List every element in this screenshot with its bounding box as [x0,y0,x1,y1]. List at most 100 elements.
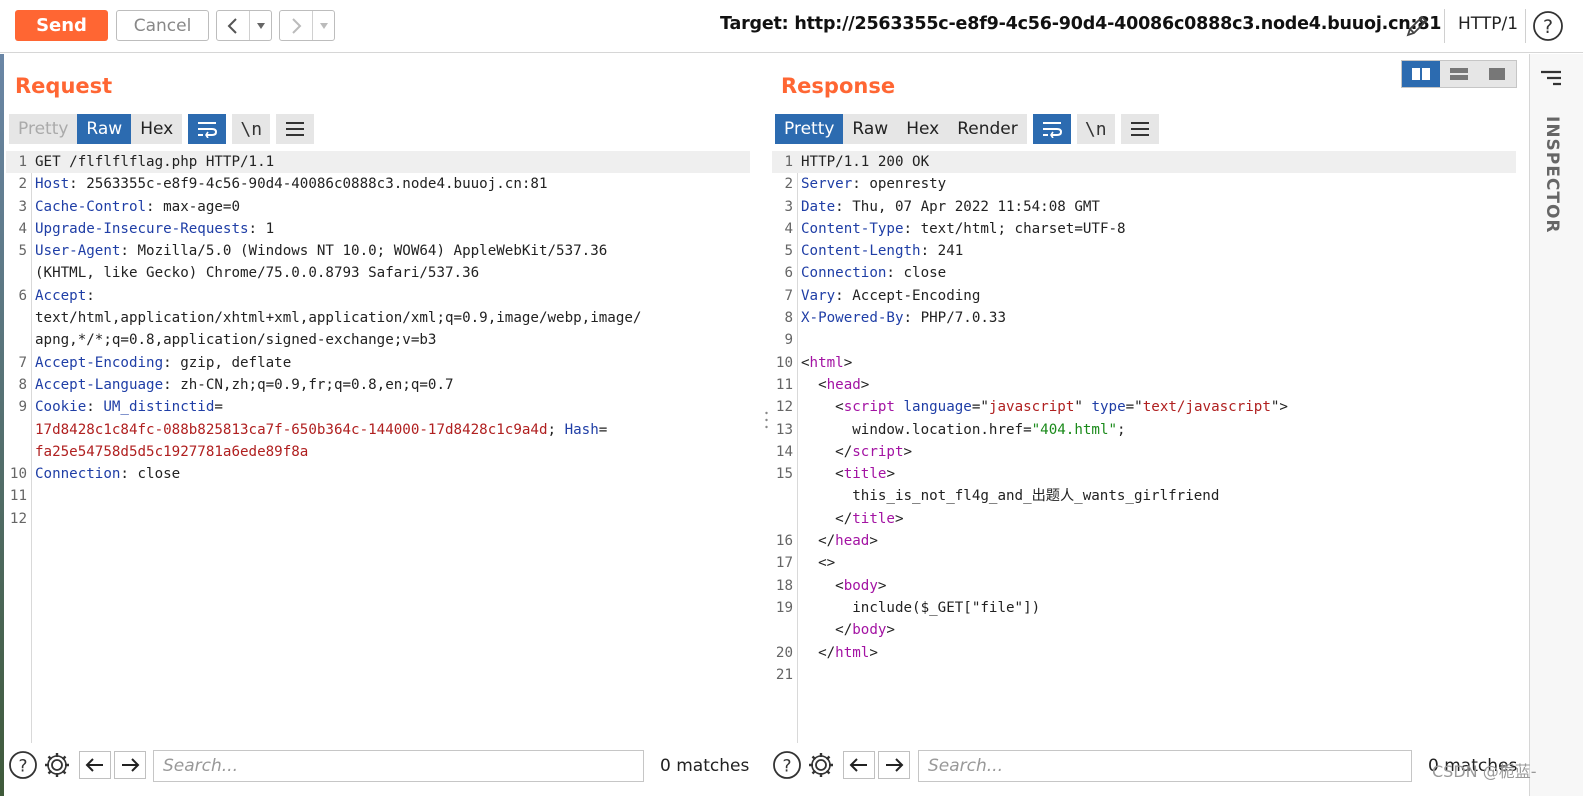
response-search-bar: ? Search... 0 matches [772,746,1528,792]
markup-text: < [801,399,844,416]
tag-name: script [852,443,904,460]
wrap-lines-icon[interactable] [1032,114,1071,144]
chevron-right-icon[interactable] [280,11,312,40]
line-number: 8 [18,376,27,393]
history-forward-group[interactable] [279,10,335,41]
tab-hex[interactable]: Hex [897,114,949,144]
code-line: 8 X-Powered-By: PHP/7.0.33 [772,307,1516,329]
header-name: Accept-Encoding [35,354,164,371]
line-number: 1 [784,154,793,170]
header-name: Content-Type [801,220,904,237]
chevron-down-icon[interactable] [312,11,334,40]
line-text: Accept-Language: zh-CN,zh;q=0.9,fr;q=0.8… [32,374,454,396]
pencil-icon[interactable] [1402,11,1432,41]
tab-hex[interactable]: Hex [131,114,183,144]
help-icon[interactable]: ? [8,750,38,780]
code-line: 15 <title> [772,463,1516,485]
code-line: 7 Accept-Encoding: gzip, deflate [6,352,750,374]
gear-icon[interactable] [42,750,72,780]
newline-icon[interactable]: \n [1076,114,1115,144]
wrap-lines-icon[interactable] [188,114,227,144]
tag-name: html [809,354,844,371]
splitter-grip-icon[interactable] [765,410,768,430]
line-text: Vary: Accept-Encoding [798,285,980,307]
markup-text [895,399,904,415]
markup-text: > [869,533,878,550]
tab-pretty[interactable]: Pretty [775,114,844,144]
line-text: include($_GET["file"]) [798,597,1040,619]
tab-render[interactable]: Render [948,114,1027,144]
next-match-button[interactable] [878,751,910,779]
next-match-button[interactable] [114,751,146,779]
request-view-tabs: Pretty Raw Hex \n [9,114,315,144]
tabs-layout-icon[interactable] [1478,61,1516,87]
chevron-left-icon[interactable] [217,11,249,40]
code-line: text/html,application/xhtml+xml,applicat… [6,307,750,329]
line-text [798,664,801,686]
line-number: 6 [18,287,27,304]
line-number: 11 [9,488,27,505]
tab-raw[interactable]: Raw [843,114,898,144]
response-editor[interactable]: 1 HTTP/1.1 200 OK 2 Server: openresty 3 Date:… [772,151,1516,743]
response-view-tabs: Pretty Raw Hex Render \n [775,114,1159,144]
top-bottom-layout-icon[interactable] [1440,61,1478,87]
markup-text: include($_GET["file"]) [801,599,1041,616]
plain-text: HTTP/1.1 200 OK [801,154,930,170]
tab-raw[interactable]: Raw [77,114,132,144]
gear-icon[interactable] [806,750,836,780]
header-name: Accept [35,287,87,304]
line-number [772,485,798,507]
menu-icon[interactable] [1120,114,1159,144]
line-number: 3 [18,198,27,215]
send-button[interactable]: Send [15,10,108,41]
code-line: 4 Upgrade-Insecure-Requests: 1 [6,218,750,240]
tag-name: body [843,577,878,594]
markup-text: < [801,577,844,594]
previous-match-button[interactable] [79,751,111,779]
history-back-group[interactable] [216,10,272,41]
header-name: Connection [35,466,121,483]
side-by-side-layout-icon[interactable] [1402,61,1440,87]
markup-text: window.location.href= [801,421,1032,438]
line-text: Server: openresty [798,173,946,195]
line-number: 19 [775,599,793,616]
tag-name: head [826,376,861,393]
cookie-value: fa25e54758d5d5c1927781a6ede89f8a [35,443,309,460]
string-literal: "404.html" [1031,421,1118,438]
line-text [32,508,35,530]
http-version-selector[interactable]: HTTP/1 [1458,14,1518,34]
line-number: 12 [775,399,793,416]
line-text: Accept: [32,285,95,307]
previous-match-button[interactable] [843,751,875,779]
tab-pretty[interactable]: Pretty [9,114,78,144]
chevron-down-icon[interactable] [249,11,271,40]
tag-name: title [852,510,895,527]
code-line: 10 <html> [772,352,1516,374]
line-text: </body> [798,619,895,641]
code-line: 11 <head> [772,374,1516,396]
line-text: apng,*/*;q=0.8,application/signed-exchan… [32,329,436,351]
request-editor[interactable]: 1 GET /flflflflag.php HTTP/1.1 2 Host: 2563… [6,151,750,743]
line-text: (KHTML, like Gecko) Chrome/75.0.0.8793 S… [32,262,479,284]
inspector-label[interactable]: INSPECTOR [1542,116,1562,233]
help-icon[interactable]: ? [1532,10,1564,42]
menu-icon[interactable] [276,114,315,144]
response-title: Response [781,74,896,98]
markup-text: > [894,510,904,527]
cookie-name: UM_distinctid [103,399,215,416]
newline-icon[interactable]: \n [232,114,271,144]
inspector-menu-icon[interactable] [1539,66,1563,90]
search-input[interactable]: Search... [918,750,1412,782]
line-text: Content-Type: text/html; charset=UTF-8 [798,218,1126,240]
markup-text: </ [801,533,836,550]
code-line: 12 [6,508,750,530]
search-input[interactable]: Search... [153,750,644,782]
line-number: 21 [775,666,793,683]
markup-text: " [1074,399,1092,416]
help-icon[interactable]: ? [772,750,802,780]
line-text: </script> [798,441,912,463]
line-text: GET /flflflflag.php HTTP/1.1 [32,151,274,173]
cancel-button[interactable]: Cancel [116,10,209,41]
markup-text: =" [1125,399,1143,416]
markup-text: ; [1117,421,1126,438]
